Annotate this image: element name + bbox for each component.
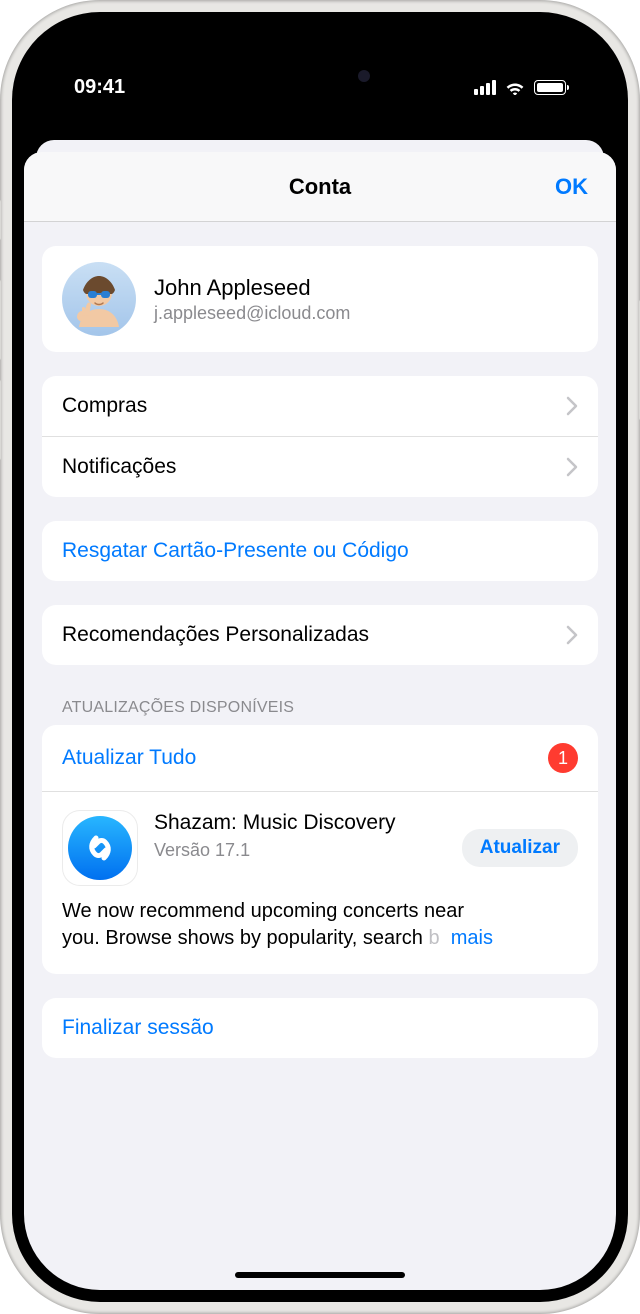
chevron-right-icon [566,625,578,645]
done-button[interactable]: OK [555,174,588,200]
signout-label: Finalizar sessão [62,1016,214,1040]
device-frame: 09:41 [0,0,640,1314]
profile-row[interactable]: John Appleseed j.appleseed@icloud.com [42,246,598,352]
updates-card: Atualizar Tudo 1 [42,725,598,974]
notes-line2a: you. Browse shows by popularity, search [62,927,428,949]
update-all-row[interactable]: Atualizar Tudo 1 [42,725,598,792]
content-scroll[interactable]: John Appleseed j.appleseed@icloud.com Co… [24,246,616,1058]
chevron-right-icon [566,396,578,416]
volume-up-button [0,280,1,360]
redeem-card: Resgatar Cartão-Presente ou Código [42,521,598,581]
profile-card[interactable]: John Appleseed j.appleseed@icloud.com [42,246,598,352]
wifi-icon [504,79,526,95]
page-title: Conta [289,174,351,200]
more-link[interactable]: mais [451,927,493,949]
silence-switch [0,200,1,240]
personalized-label: Recomendações Personalizadas [62,623,369,647]
volume-down-button [0,380,1,460]
app-meta: Shazam: Music Discovery Versão 17.1 [154,810,446,861]
home-indicator[interactable] [235,1272,405,1278]
cellular-icon [474,80,496,95]
redeem-label: Resgatar Cartão-Presente ou Código [62,539,409,563]
update-all-label: Atualizar Tudo [62,746,196,770]
redeem-row[interactable]: Resgatar Cartão-Presente ou Código [42,521,598,581]
profile-email: j.appleseed@icloud.com [154,303,350,324]
profile-text: John Appleseed j.appleseed@icloud.com [154,275,350,324]
screen: 09:41 [24,24,616,1290]
nav-bar: Conta OK [24,152,616,222]
personalized-row[interactable]: Recomendações Personalizadas [42,605,598,665]
updates-section-header: ATUALIZAÇÕES DISPONÍVEIS [62,699,578,717]
menu-card-1: Compras Notificações [42,376,598,497]
update-button[interactable]: Atualizar [462,829,578,867]
device-bezel: 09:41 [12,12,628,1302]
personalized-card: Recomendações Personalizadas [42,605,598,665]
notes-fade: b [428,927,439,949]
app-version: Versão 17.1 [154,840,446,861]
app-icon-shazam [62,810,138,886]
avatar [62,262,136,336]
notes-line1: We now recommend upcoming concerts near [62,900,464,922]
signout-card: Finalizar sessão [42,998,598,1058]
purchases-row[interactable]: Compras [42,376,598,436]
notifications-row[interactable]: Notificações [42,436,598,497]
chevron-right-icon [566,457,578,477]
app-name: Shazam: Music Discovery [154,810,446,836]
account-sheet: Conta OK [24,152,616,1290]
release-notes[interactable]: We now recommend upcoming concerts near … [42,894,598,974]
notifications-label: Notificações [62,455,176,479]
status-time: 09:41 [74,76,125,99]
app-update-row[interactable]: Shazam: Music Discovery Versão 17.1 Atua… [42,792,598,894]
status-indicators [474,79,566,95]
dynamic-island [250,56,390,96]
battery-icon [534,80,566,95]
signout-row[interactable]: Finalizar sessão [42,998,598,1058]
updates-badge: 1 [548,743,578,773]
purchases-label: Compras [62,394,147,418]
profile-name: John Appleseed [154,275,350,301]
shazam-icon [68,816,132,880]
